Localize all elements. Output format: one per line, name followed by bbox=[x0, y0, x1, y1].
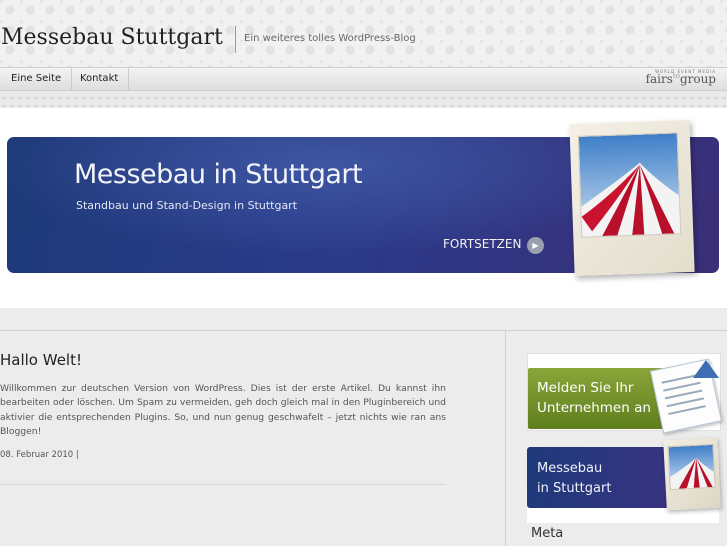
ad-messebau-line2: in Stuttgart bbox=[537, 481, 612, 496]
photo-frame bbox=[569, 119, 695, 277]
ad-photo-frame bbox=[663, 437, 721, 511]
nav-item-kontakt[interactable]: Kontakt bbox=[70, 68, 130, 90]
brand-name-part1: fairs bbox=[645, 72, 673, 86]
ad-register-line1: Melden Sie Ihr bbox=[537, 380, 634, 396]
ad-tent-image bbox=[668, 444, 715, 490]
register-company-ad[interactable]: Melden Sie Ihr Unternehmen an bbox=[527, 353, 722, 434]
post-meta: 08. Februar 2010 | bbox=[0, 450, 79, 460]
tent-photo bbox=[577, 132, 682, 238]
post-title[interactable]: Hallo Welt! bbox=[0, 351, 82, 369]
tent-image bbox=[578, 133, 681, 237]
ad-register-text: Melden Sie Ihr Unternehmen an bbox=[537, 378, 651, 418]
play-arrow-icon[interactable]: ▶ bbox=[527, 237, 544, 254]
decorative-border bbox=[0, 91, 727, 107]
post-divider bbox=[0, 484, 446, 485]
continue-link[interactable]: FORTSETZEN bbox=[443, 237, 521, 251]
brand-name-part2: group bbox=[679, 72, 716, 86]
ad-messebau-text: Messebau in Stuttgart bbox=[537, 459, 611, 499]
brand-name: fairstogroup bbox=[646, 72, 716, 86]
column-separator bbox=[505, 331, 506, 546]
ad-register-line2: Unternehmen an bbox=[537, 400, 651, 416]
site-tagline: Ein weiteres tolles WordPress-Blog bbox=[244, 33, 416, 44]
site-title[interactable]: Messebau Stuttgart bbox=[1, 25, 223, 50]
nav-item-eine-seite[interactable]: Eine Seite bbox=[1, 68, 73, 90]
fairs-to-group-logo[interactable]: WORLD EVENT MEDIA fairstogroup bbox=[641, 69, 716, 87]
ad-tent-photo bbox=[667, 443, 716, 491]
slider-subtitle: Standbau und Stand-Design in Stuttgart bbox=[76, 199, 298, 212]
meta-heading: Meta bbox=[531, 526, 564, 541]
content-area: Hallo Welt! Willkommen zur deutschen Ver… bbox=[0, 330, 727, 546]
up-arrow-icon bbox=[693, 360, 719, 378]
slider-title: Messebau in Stuttgart bbox=[74, 159, 363, 190]
main-navigation: Eine Seite Kontakt bbox=[0, 67, 727, 91]
messebau-stuttgart-ad[interactable]: Messebau in Stuttgart bbox=[527, 437, 721, 523]
header: Messebau Stuttgart Ein weiteres tolles W… bbox=[0, 0, 727, 67]
ad-messebau-line1: Messebau bbox=[537, 461, 603, 476]
post-body: Willkommen zur deutschen Version von Wor… bbox=[0, 383, 446, 437]
featured-slider: Messebau in Stuttgart Standbau und Stand… bbox=[0, 108, 727, 308]
title-separator bbox=[235, 26, 236, 53]
brand-name-sup: to bbox=[672, 72, 680, 80]
